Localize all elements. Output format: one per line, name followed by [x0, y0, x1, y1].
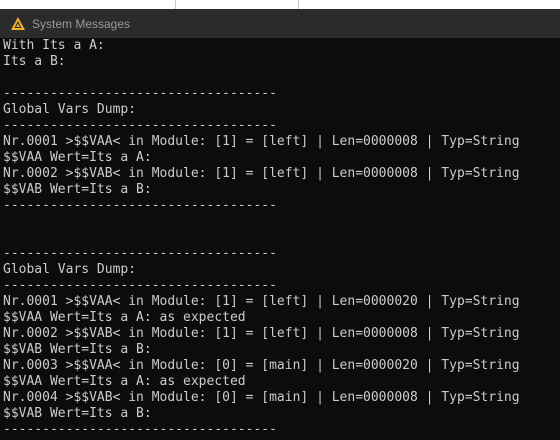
console-line: With Its a A:: [3, 38, 105, 53]
console-line: -----------------------------------: [3, 118, 277, 133]
background-window-edge: [298, 0, 299, 9]
background-window-edge: [175, 0, 176, 9]
console-line: $$VAA Wert=Its a A:: [3, 150, 152, 165]
console-line: Its a B:: [3, 54, 66, 69]
console-line: Nr.0001 >$$VAA< in Module: [1] = [left] …: [3, 294, 520, 309]
console-line: $$VAA Wert=Its a A: as expected: [3, 310, 246, 325]
console-line: Global Vars Dump:: [3, 262, 137, 277]
console-line: -----------------------------------: [3, 278, 277, 293]
title-bar[interactable]: System Messages: [0, 9, 560, 38]
console-line: Nr.0002 >$$VAB< in Module: [1] = [left] …: [3, 326, 520, 341]
console-line: $$VAA Wert=Its a A: as expected: [3, 374, 246, 389]
console-line: $$VAB Wert=Its a B:: [3, 406, 152, 421]
console-line: -----------------------------------: [3, 86, 277, 101]
console-line: Nr.0003 >$$VAA< in Module: [0] = [main] …: [3, 358, 520, 373]
triangle-app-icon: [10, 16, 26, 32]
console-line: $$VAB Wert=Its a B:: [3, 342, 152, 357]
console-line: Nr.0001 >$$VAA< in Module: [1] = [left] …: [3, 134, 520, 149]
console-line: -----------------------------------: [3, 422, 277, 437]
console-output[interactable]: With Its a A: Its a B: -------------------…: [3, 38, 560, 440]
window-title: System Messages: [32, 16, 131, 31]
console-line: Global Vars Dump:: [3, 102, 137, 117]
console-line: $$VAB Wert=Its a B:: [3, 182, 152, 197]
console-line: Nr.0004 >$$VAB< in Module: [0] = [main] …: [3, 390, 520, 405]
console-line: Nr.0002 >$$VAB< in Module: [1] = [left] …: [3, 166, 520, 181]
system-messages-window: System Messages With Its a A: Its a B: ---…: [0, 0, 560, 440]
console-line: -----------------------------------: [3, 246, 277, 261]
console-line: -----------------------------------: [3, 198, 277, 213]
